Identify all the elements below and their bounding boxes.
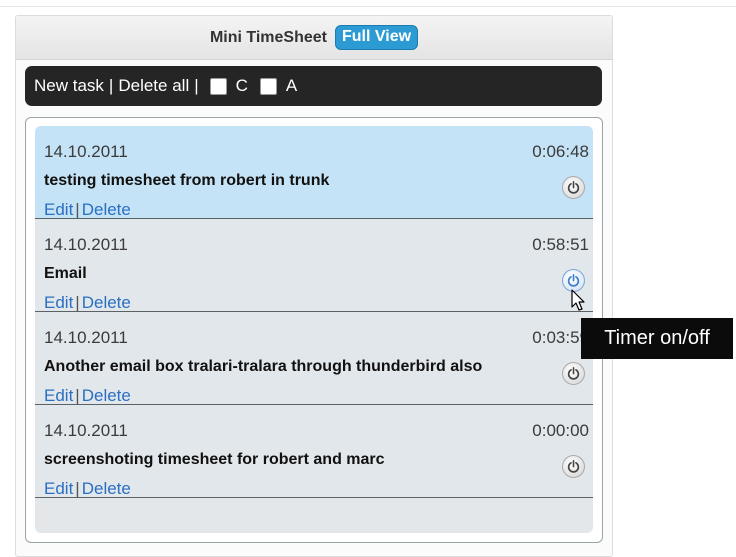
checkbox-a[interactable]: [259, 77, 277, 95]
task-list-box: 14.10.2011 0:06:48 testing timesheet fro…: [25, 117, 603, 543]
mouse-pointer-icon: [571, 289, 585, 311]
power-icon[interactable]: [562, 362, 585, 385]
entry-actions: Edit | Delete: [44, 200, 131, 220]
checkbox-c-label: C: [235, 76, 248, 95]
power-icon[interactable]: [562, 176, 585, 199]
entry-date: 14.10.2011: [44, 142, 128, 161]
task-toolbar: New task | Delete all | C A: [25, 66, 602, 106]
entry-date: 14.10.2011: [44, 421, 128, 440]
checkbox-c[interactable]: [209, 77, 227, 95]
widget-title: Mini TimeSheet: [209, 28, 327, 46]
toolbar-separator: |: [108, 76, 114, 95]
entry-actions: Edit | Delete: [44, 479, 131, 499]
delete-link[interactable]: Delete: [82, 293, 131, 312]
entry-duration: 0:00:00: [532, 421, 589, 440]
widget-header: Mini TimeSheet Full View: [16, 16, 612, 60]
mini-timesheet-widget: Mini TimeSheet Full View New task | Dele…: [15, 15, 613, 557]
entry-date: 14.10.2011: [44, 328, 128, 347]
list-item[interactable]: 14.10.2011 0:06:48 testing timesheet fro…: [35, 126, 593, 219]
edit-link[interactable]: Edit: [44, 386, 73, 405]
list-item[interactable]: 14.10.2011 0:00:00 screenshoting timeshe…: [35, 405, 593, 498]
entry-description: testing timesheet from robert in trunk: [44, 172, 330, 189]
timer-tooltip: Timer on/off: [581, 318, 733, 359]
entry-duration: 0:06:48: [532, 142, 589, 161]
edit-link[interactable]: Edit: [44, 200, 73, 219]
entry-date: 14.10.2011: [44, 235, 128, 254]
delete-link[interactable]: Delete: [82, 479, 131, 498]
delete-link[interactable]: Delete: [82, 386, 131, 405]
action-separator: |: [75, 479, 80, 498]
edit-link[interactable]: Edit: [44, 479, 73, 498]
action-separator: |: [75, 200, 80, 219]
entry-actions: Edit | Delete: [44, 386, 131, 406]
task-list[interactable]: 14.10.2011 0:06:48 testing timesheet fro…: [35, 126, 593, 533]
entry-actions: Edit | Delete: [44, 293, 131, 313]
edit-link[interactable]: Edit: [44, 293, 73, 312]
full-view-button[interactable]: Full View: [335, 25, 419, 50]
action-separator: |: [75, 386, 80, 405]
delete-all-link[interactable]: Delete all: [118, 76, 189, 96]
toolbar-separator: |: [194, 76, 199, 95]
new-task-link[interactable]: New task: [34, 76, 104, 96]
checkbox-a-label: A: [285, 76, 298, 95]
action-separator: |: [75, 293, 80, 312]
delete-link[interactable]: Delete: [82, 200, 131, 219]
entry-description: Email: [44, 265, 87, 282]
list-item[interactable]: 14.10.2011 0:58:51 Email Edit | Delete: [35, 219, 593, 312]
power-icon[interactable]: [562, 455, 585, 478]
entry-description: Another email box tralari-tralara throug…: [44, 358, 483, 375]
entry-description: screenshoting timesheet for robert and m…: [44, 451, 385, 468]
entry-duration: 0:58:51: [532, 235, 589, 254]
top-divider: [0, 6, 736, 7]
list-item[interactable]: 14.10.2011 0:03:59 Another email box tra…: [35, 312, 593, 405]
